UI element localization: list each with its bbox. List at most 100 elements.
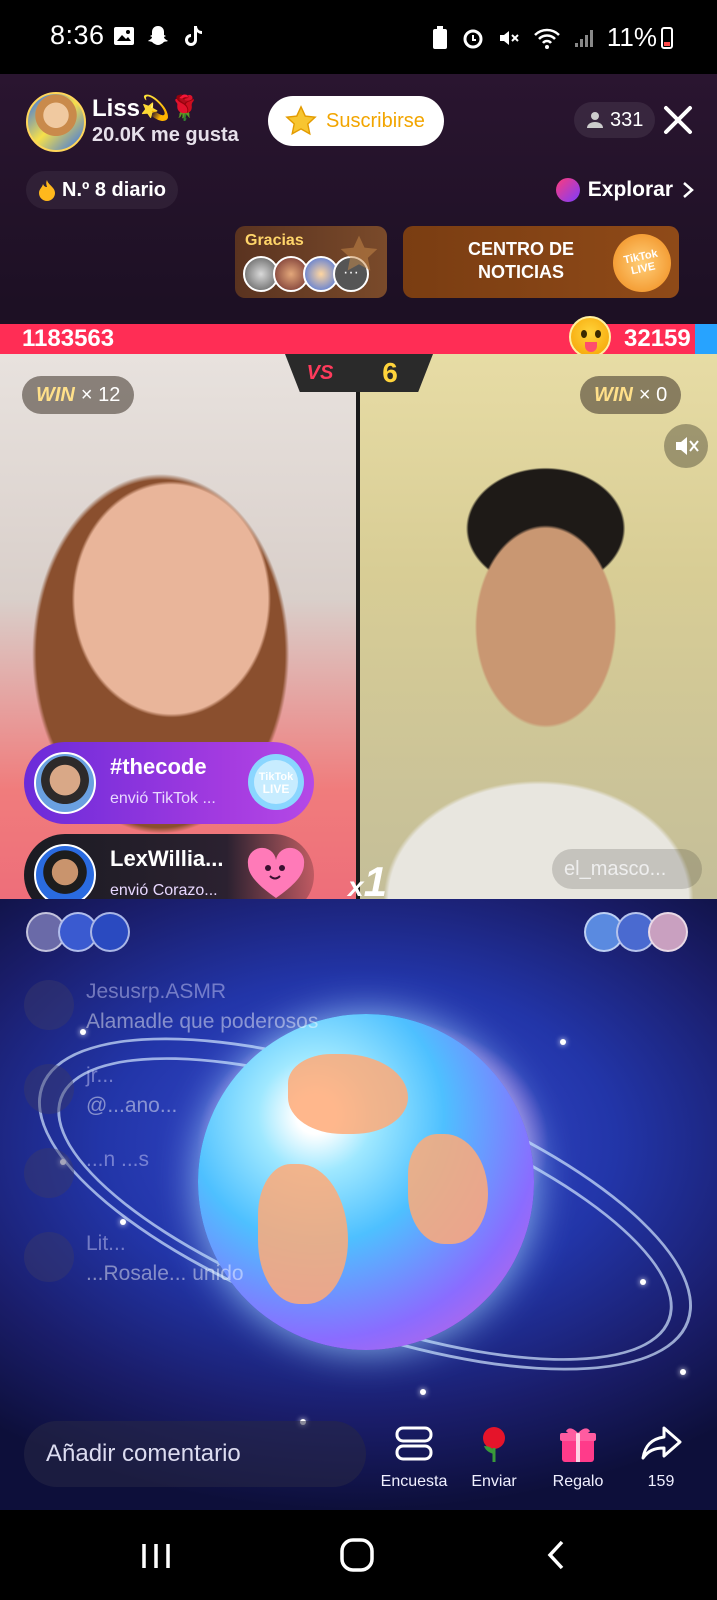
win-label: WIN (36, 383, 75, 406)
avatar (24, 1148, 74, 1198)
battle-timer: 6 (382, 357, 398, 388)
chat-username: ...n ...s (86, 1148, 150, 1171)
news-center-banner[interactable]: CENTRO DE NOTICIAS TikTok LIVE (403, 226, 679, 298)
system-nav-bar (0, 1510, 717, 1600)
sender-avatar (34, 752, 96, 814)
thanks-title: Gracias (245, 232, 304, 249)
daily-rank-label: N.º 8 diario (62, 178, 166, 201)
clock: 8:36 (50, 20, 105, 50)
share-button[interactable]: 159 (618, 1424, 704, 1491)
avatar (24, 1064, 74, 1114)
right-score-fill (695, 324, 717, 354)
opponent-mute-button[interactable] (664, 424, 708, 468)
gift-text: envió TikTok ... (110, 790, 216, 807)
top-supporter-avatar[interactable] (648, 912, 688, 952)
poll-icon (395, 1426, 433, 1461)
explore-button[interactable]: Explorar (555, 171, 695, 209)
chat-feed: Jesusrp.ASMR Alamadle que poderosos jr..… (24, 974, 484, 1310)
viewer-count-pill[interactable]: 331 (574, 102, 656, 138)
chat-message: ...n ...s (24, 1142, 484, 1226)
avatar (24, 1232, 74, 1282)
host-name[interactable]: Liss💫🌹 (92, 94, 200, 123)
win-count: × 0 (638, 383, 668, 406)
live-stream-screen: Liss💫🌹 20.0K me gusta Suscribirse 331 N.… (0, 74, 717, 1510)
host-avatar[interactable] (26, 92, 86, 152)
sender-name: LexWillia... (110, 846, 224, 871)
win-count: × 12 (80, 383, 121, 406)
sparkle (640, 1279, 646, 1285)
win-label: WIN (594, 383, 633, 406)
heart-character-icon (247, 847, 305, 898)
battery-icon (661, 27, 673, 49)
wifi-icon (534, 28, 560, 49)
video-divider (356, 354, 360, 899)
star-decoration-icon (340, 235, 378, 271)
svg-text:LIVE: LIVE (263, 782, 290, 796)
poll-button[interactable]: Encuesta (371, 1424, 457, 1491)
notification-icons (112, 24, 204, 48)
combo-prefix: x (348, 871, 364, 902)
alarm-icon (463, 29, 483, 48)
viewer-count: 331 (610, 108, 644, 131)
tiktok-live-badge-icon: TikTok LIVE (607, 228, 677, 298)
chat-message: jr... @...ano... (24, 1058, 484, 1142)
flame-icon (39, 180, 55, 201)
sender-name: #thecode (110, 754, 207, 779)
home-icon[interactable] (338, 1536, 376, 1574)
battery-percent: 11% (606, 22, 657, 52)
daily-rank-pill[interactable]: N.º 8 diario (26, 171, 178, 209)
snapchat-icon (148, 26, 168, 45)
star-icon (285, 105, 317, 136)
system-icons: 11% (431, 22, 657, 53)
share-count: 159 (647, 1473, 675, 1490)
chat-username: Jesusrp.ASMR (86, 980, 227, 1003)
mute-icon (499, 30, 519, 45)
opponent-win-streak: WIN × 0 (580, 376, 682, 414)
chat-text: ...Rosale... unido (86, 1262, 244, 1285)
chat-text: @...ano... (86, 1094, 178, 1117)
host-header: Liss💫🌹 20.0K me gusta Suscribirse 331 (24, 92, 704, 156)
poll-label: Encuesta (380, 1473, 448, 1490)
host-likes: 20.0K me gusta (92, 124, 239, 146)
subscribe-button[interactable]: Suscribirse (268, 96, 444, 146)
send-rose-button[interactable]: Enviar (451, 1424, 537, 1491)
chat-username: jr... (86, 1064, 115, 1087)
close-icon[interactable] (658, 100, 698, 140)
avatar (24, 980, 74, 1030)
tiktok-icon (185, 26, 202, 46)
tongue-emoji-icon (569, 316, 611, 358)
right-score: 32159 (624, 325, 691, 352)
thanks-banner[interactable]: Gracias ··· (235, 226, 387, 298)
gift-label: Regalo (552, 1473, 604, 1490)
left-score: 1183563 (22, 325, 115, 352)
speaker-muted-icon (676, 437, 699, 455)
news-center-label: CENTRO DE NOTICIAS (467, 239, 574, 282)
sender-avatar (34, 844, 96, 906)
top-supporter-avatar[interactable] (90, 912, 130, 952)
host-win-streak: WIN × 12 (22, 376, 135, 414)
gift-button[interactable]: Regalo (535, 1424, 621, 1491)
share-icon (641, 1426, 682, 1460)
person-icon (587, 112, 603, 128)
tiktok-live-icon: TikTokLIVE (248, 754, 304, 810)
explore-label: Explorar (587, 178, 673, 201)
rose-icon (483, 1427, 505, 1462)
opponent-name-tag[interactable]: el_masco... (552, 849, 702, 889)
chat-text: Alamadle que poderosos (86, 1010, 319, 1033)
gift-icon (560, 1428, 596, 1462)
gallery-icon (114, 27, 134, 45)
combo-count: 1 (363, 858, 387, 905)
chevron-right-icon (683, 182, 694, 198)
vs-timer: VS 6 (285, 354, 433, 392)
back-icon[interactable] (544, 1538, 568, 1572)
signal-icon (574, 29, 593, 47)
comment-input[interactable]: Añadir comentario (24, 1421, 366, 1487)
chat-message: Lit... ...Rosale... unido (24, 1226, 484, 1310)
subscribe-label: Suscribirse (326, 109, 425, 132)
recent-apps-icon[interactable] (138, 1540, 174, 1572)
gift-notification[interactable]: #thecode envió TikTok ... TikTok LIVE (24, 742, 314, 824)
status-bar: 8:36 11% (0, 0, 717, 74)
chat-username: Lit... (86, 1232, 126, 1255)
send-label: Enviar (471, 1473, 517, 1490)
chat-message: Jesusrp.ASMR Alamadle que poderosos (24, 974, 484, 1058)
